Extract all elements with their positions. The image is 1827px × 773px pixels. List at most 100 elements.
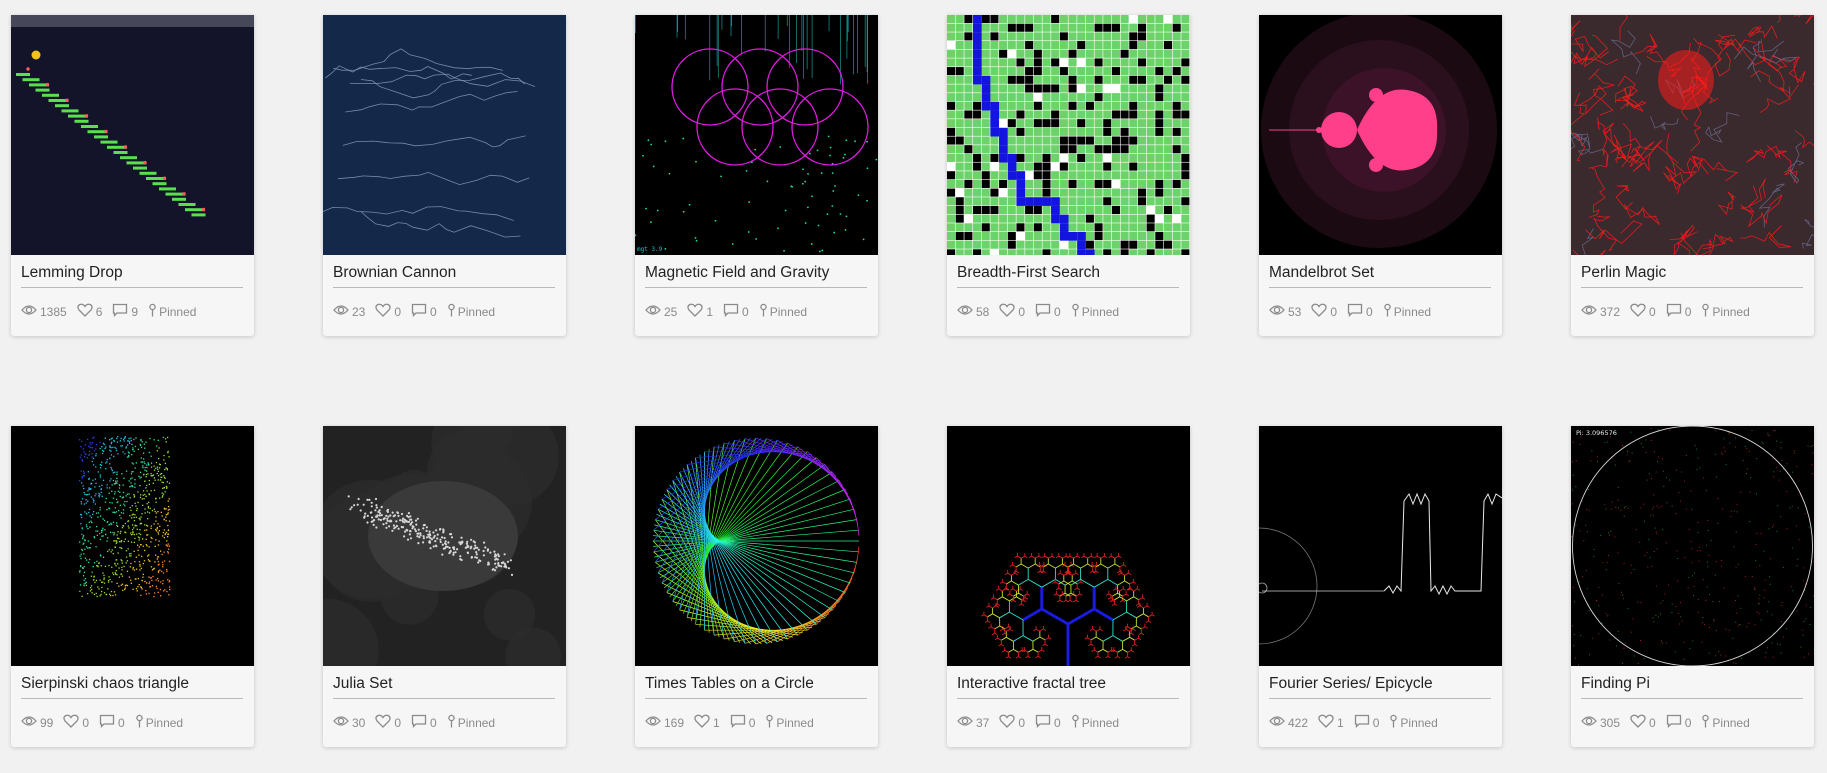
comment-icon[interactable] (112, 303, 131, 320)
pinned-stat[interactable]: Pinned (148, 303, 196, 320)
thumbnail-breadth-first-search[interactable] (947, 15, 1190, 255)
heart-icon[interactable] (694, 714, 713, 731)
sketch-card[interactable]: Brownian Cannon 23 0 0 Pinned (323, 15, 566, 336)
comment-icon[interactable] (1354, 714, 1373, 731)
likes-stat[interactable]: 0 (375, 303, 401, 320)
comment-icon[interactable] (723, 303, 742, 320)
sketch-card[interactable]: Pi: 3.096576 Finding Pi 305 0 0 Pinned (1571, 426, 1814, 747)
sketch-card[interactable]: Times Tables on a Circle 169 1 0 Pinned (635, 426, 878, 747)
heart-icon[interactable] (375, 714, 394, 731)
card-title[interactable]: Fourier Series/ Epicycle (1269, 675, 1491, 699)
comments-stat[interactable]: 9 (112, 303, 138, 320)
comment-icon[interactable] (1666, 714, 1685, 731)
comment-icon[interactable] (1666, 303, 1685, 320)
card-title[interactable]: Interactive fractal tree (957, 675, 1179, 699)
heart-icon[interactable] (77, 303, 96, 320)
comment-icon[interactable] (99, 714, 118, 731)
sketch-card[interactable]: Mandelbrot Set 53 0 0 Pinned (1259, 15, 1502, 336)
pin-icon[interactable] (1071, 303, 1082, 320)
likes-stat[interactable]: 0 (63, 714, 89, 731)
comment-icon[interactable] (411, 714, 430, 731)
comment-icon[interactable] (411, 303, 430, 320)
likes-stat[interactable]: 0 (999, 714, 1025, 731)
pinned-stat[interactable]: Pinned (1389, 714, 1438, 731)
thumbnail-times-tables[interactable] (635, 426, 878, 666)
thumbnail-magnetic-field[interactable]: mgt 3.9 (635, 15, 878, 255)
card-title[interactable]: Brownian Cannon (333, 264, 555, 288)
comments-stat[interactable]: 0 (723, 303, 749, 320)
card-title[interactable]: Mandelbrot Set (1269, 264, 1491, 288)
card-title[interactable]: Breadth-First Search (957, 264, 1179, 288)
pinned-stat[interactable]: Pinned (135, 714, 183, 731)
card-title[interactable]: Times Tables on a Circle (645, 675, 867, 699)
comment-icon[interactable] (730, 714, 749, 731)
sketch-card[interactable]: Lemming Drop 1385 6 9 Pinned (11, 15, 254, 336)
sketch-card[interactable]: Interactive fractal tree 37 0 0 Pinned (947, 426, 1190, 747)
likes-stat[interactable]: 1 (687, 303, 713, 320)
heart-icon[interactable] (1318, 714, 1337, 731)
comments-stat[interactable]: 0 (411, 303, 437, 320)
comments-stat[interactable]: 0 (1666, 714, 1691, 731)
likes-stat[interactable]: 0 (1630, 714, 1656, 731)
heart-icon[interactable] (375, 303, 394, 320)
sketch-card[interactable]: Breadth-First Search 58 0 0 Pinned (947, 15, 1190, 336)
thumbnail-julia-set[interactable] (323, 426, 566, 666)
comment-icon[interactable] (1347, 303, 1366, 320)
pinned-stat[interactable]: Pinned (1701, 303, 1750, 320)
comments-stat[interactable]: 0 (1347, 303, 1373, 320)
thumbnail-fractal-tree[interactable] (947, 426, 1190, 666)
card-title[interactable]: Magnetic Field and Gravity (645, 264, 867, 288)
heart-icon[interactable] (1311, 303, 1330, 320)
likes-stat[interactable]: 6 (77, 303, 102, 320)
sketch-card[interactable]: mgt 3.9 Magnetic Field and Gravity 25 1 … (635, 15, 878, 336)
comments-stat[interactable]: 0 (1035, 303, 1061, 320)
heart-icon[interactable] (63, 714, 82, 731)
heart-icon[interactable] (999, 714, 1018, 731)
likes-stat[interactable]: 0 (1311, 303, 1337, 320)
sketch-card[interactable]: Perlin Magic 372 0 0 Pinned (1571, 15, 1814, 336)
card-title[interactable]: Lemming Drop (21, 264, 243, 288)
pinned-stat[interactable]: Pinned (759, 303, 807, 320)
thumbnail-mandelbrot-set[interactable] (1259, 15, 1502, 255)
comments-stat[interactable]: 0 (411, 714, 437, 731)
sketch-card[interactable]: Sierpinski chaos triangle 99 0 0 Pinned (11, 426, 254, 747)
pin-icon[interactable] (1071, 714, 1082, 731)
pin-icon[interactable] (447, 714, 458, 731)
pinned-stat[interactable]: Pinned (447, 303, 495, 320)
comments-stat[interactable]: 0 (1354, 714, 1379, 731)
heart-icon[interactable] (1630, 303, 1649, 320)
comments-stat[interactable]: 0 (730, 714, 755, 731)
pin-icon[interactable] (148, 303, 159, 320)
pin-icon[interactable] (1389, 714, 1400, 731)
pinned-stat[interactable]: Pinned (1071, 714, 1119, 731)
heart-icon[interactable] (687, 303, 706, 320)
card-title[interactable]: Julia Set (333, 675, 555, 699)
sketch-card[interactable]: Fourier Series/ Epicycle 422 1 0 Pinned (1259, 426, 1502, 747)
likes-stat[interactable]: 1 (694, 714, 720, 731)
pin-icon[interactable] (135, 714, 146, 731)
thumbnail-sierpinski[interactable] (11, 426, 254, 666)
pinned-stat[interactable]: Pinned (447, 714, 495, 731)
card-title[interactable]: Perlin Magic (1581, 264, 1803, 288)
pin-icon[interactable] (447, 303, 458, 320)
thumbnail-perlin-magic[interactable] (1571, 15, 1814, 255)
pin-icon[interactable] (1383, 303, 1394, 320)
heart-icon[interactable] (999, 303, 1018, 320)
pin-icon[interactable] (1701, 303, 1712, 320)
card-title[interactable]: Finding Pi (1581, 675, 1803, 699)
sketch-card[interactable]: Julia Set 30 0 0 Pinned (323, 426, 566, 747)
comments-stat[interactable]: 0 (1666, 303, 1691, 320)
likes-stat[interactable]: 0 (1630, 303, 1656, 320)
comments-stat[interactable]: 0 (1035, 714, 1061, 731)
likes-stat[interactable]: 0 (375, 714, 401, 731)
pin-icon[interactable] (765, 714, 776, 731)
thumbnail-fourier-series[interactable] (1259, 426, 1502, 666)
comment-icon[interactable] (1035, 714, 1054, 731)
heart-icon[interactable] (1630, 714, 1649, 731)
comments-stat[interactable]: 0 (99, 714, 125, 731)
thumbnail-finding-pi[interactable]: Pi: 3.096576 (1571, 426, 1814, 666)
thumbnail-lemming-drop[interactable] (11, 15, 254, 255)
pinned-stat[interactable]: Pinned (1383, 303, 1431, 320)
pinned-stat[interactable]: Pinned (1701, 714, 1750, 731)
pin-icon[interactable] (1701, 714, 1712, 731)
